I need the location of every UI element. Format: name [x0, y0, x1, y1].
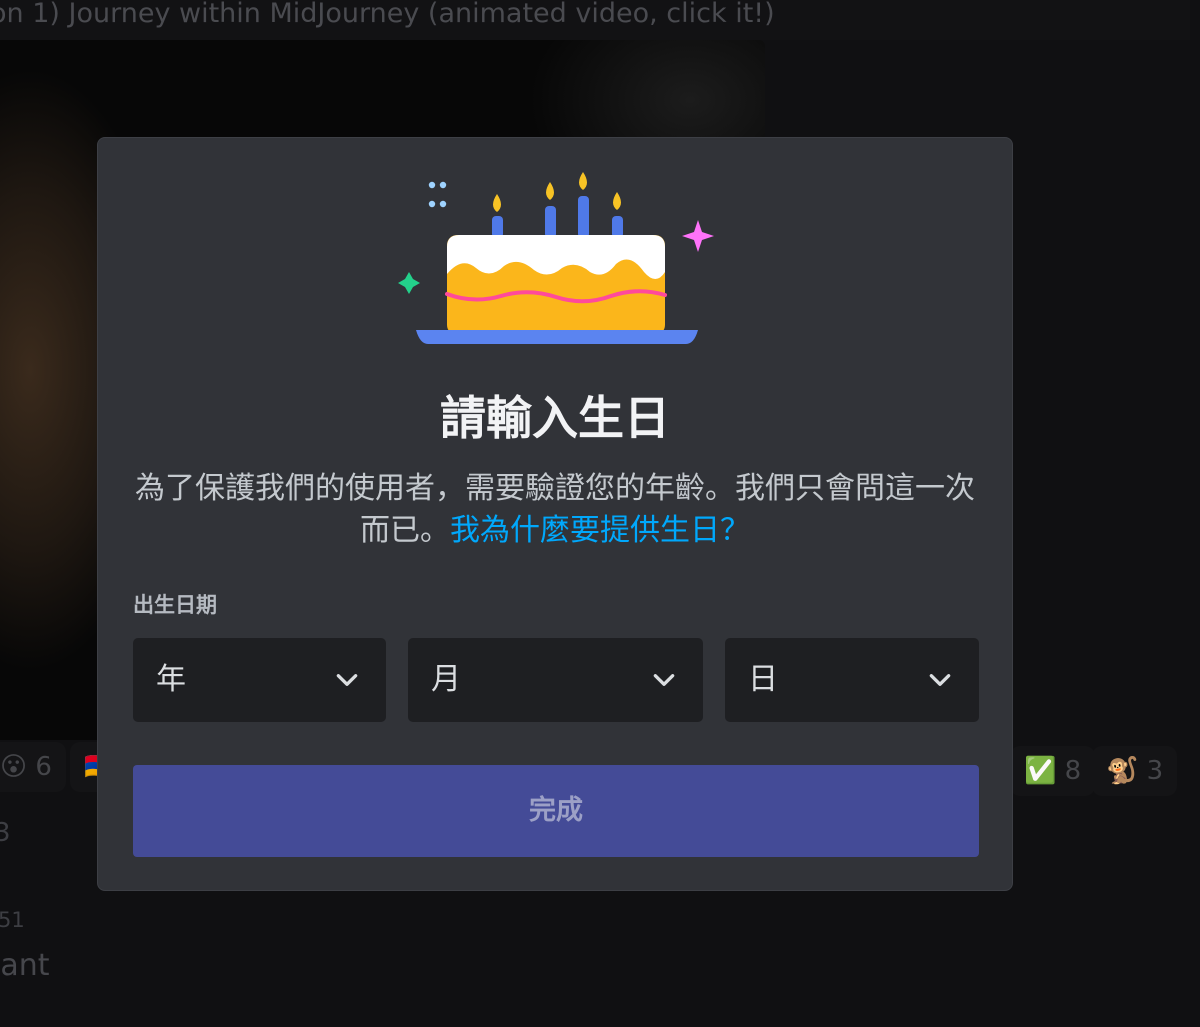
- bg-reaction[interactable]: 😮 6: [0, 742, 66, 792]
- year-placeholder: 年: [156, 662, 186, 697]
- bg-reaction[interactable]: ✅ 8: [1010, 746, 1096, 796]
- bg-reaction[interactable]: 🐒 3: [1092, 746, 1178, 796]
- bg-partial-number: 3: [0, 818, 11, 848]
- bg-partial-word: iant: [0, 948, 50, 983]
- chevron-down-icon: [336, 674, 358, 686]
- done-button[interactable]: 完成: [133, 765, 979, 857]
- chevron-down-icon: [653, 674, 675, 686]
- birthday-cake-illustration: [398, 172, 714, 344]
- chevron-down-icon: [929, 674, 951, 686]
- month-placeholder: 月: [431, 662, 461, 697]
- sparkle-icon: [682, 220, 714, 252]
- bg-partial-time: 51: [0, 908, 25, 932]
- sparkle-icon: [428, 181, 447, 208]
- birthday-modal: 請輸入生日 為了保護我們的使用者，需要驗證您的年齡。我們只會問這一次而已。我為什…: [97, 137, 1013, 891]
- day-placeholder: 日: [748, 662, 778, 697]
- modal-description: 為了保護我們的使用者，需要驗證您的年齡。我們只會問這一次而已。我為什麼要提供生日…: [128, 468, 982, 552]
- modal-title: 請輸入生日: [440, 391, 670, 445]
- day-select[interactable]: 日: [725, 638, 979, 722]
- bg-message-title: on 1) Journey within MidJourney (animate…: [0, 0, 1190, 40]
- month-select[interactable]: 月: [408, 638, 703, 722]
- sparkle-icon: [398, 272, 420, 294]
- year-select[interactable]: 年: [133, 638, 386, 722]
- why-birthday-link[interactable]: 我為什麼要提供生日？: [450, 513, 750, 548]
- date-of-birth-label: 出生日期: [133, 593, 217, 617]
